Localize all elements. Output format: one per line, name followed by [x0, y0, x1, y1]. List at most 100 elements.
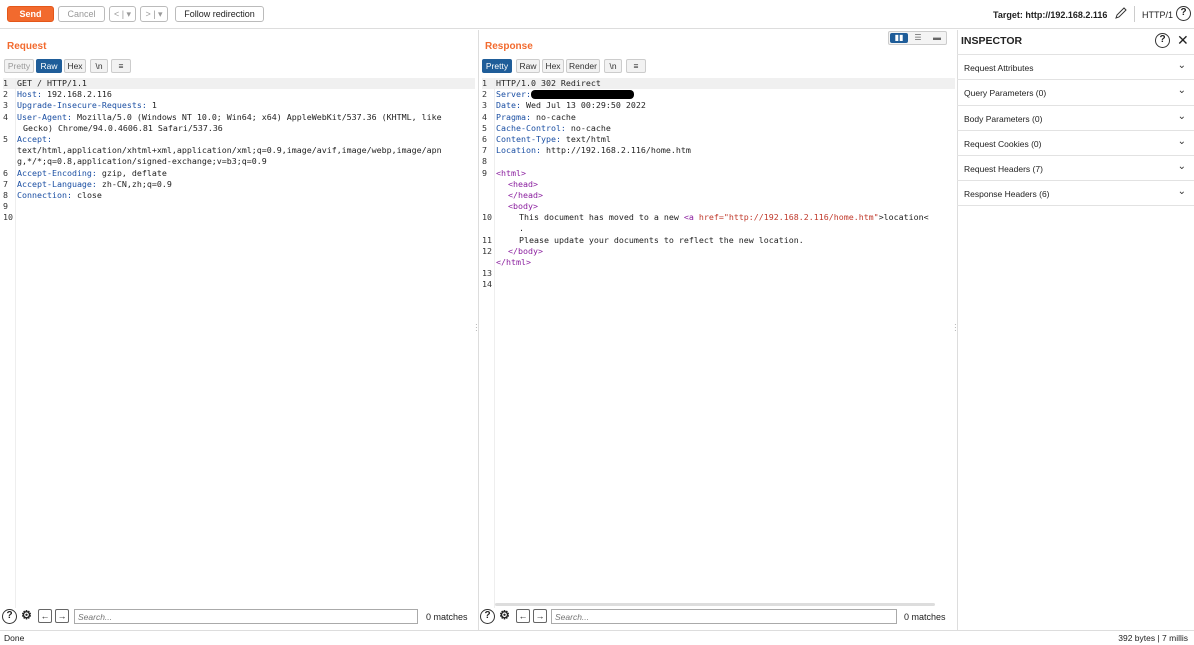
response-editor[interactable]: 1 HTTP/1.0 302 Redirect 2 Server: 3 Date: W…: [482, 78, 955, 291]
follow-redirection-button[interactable]: Follow redirection: [175, 6, 264, 22]
response-line: 5 Cache-Control: no-cache: [482, 122, 611, 133]
request-line: 4 User-Agent: Mozilla/5.0 (Windows NT 10.…: [3, 111, 442, 122]
inspector-row-request-cookies[interactable]: Request Cookies (0) ⌄: [957, 129, 1194, 155]
response-gutter: [494, 78, 495, 608]
request-line: g,*/*;q=0.8,application/signed-exchange;…: [17, 156, 267, 167]
request-line: 7 Accept-Language: zh-CN,zh;q=0.9: [3, 178, 172, 189]
response-tab-pretty[interactable]: Pretty: [482, 59, 512, 73]
response-tab-render[interactable]: Render: [566, 59, 600, 73]
response-size-timing: 392 bytes | 7 millis: [1118, 633, 1188, 643]
chevron-down-icon: ⌄: [1177, 60, 1186, 71]
request-line: 5 Accept:: [3, 133, 52, 144]
history-forward-button[interactable]: > | ▾: [140, 6, 168, 22]
response-line: 13: [482, 268, 492, 279]
response-line: 9 <html>: [482, 167, 526, 178]
response-search-input[interactable]: [551, 609, 897, 624]
layout-stacked-icon[interactable]: ☰: [909, 33, 927, 43]
response-line: 10 This document has moved to a new <a hr…: [482, 212, 929, 223]
request-search-bar: ? ⚙ ← → 0 matches: [2, 609, 477, 626]
request-tab-newline[interactable]: \n: [90, 59, 108, 73]
toolbar-divider: [1134, 6, 1135, 22]
help-icon[interactable]: ?: [480, 609, 495, 624]
target-label: Target: http://192.168.2.116: [993, 10, 1108, 20]
response-line: 6 Content-Type: text/html: [482, 133, 611, 144]
arrow-right-icon[interactable]: →: [55, 609, 69, 623]
request-search-input[interactable]: [74, 609, 418, 624]
request-tab-raw[interactable]: Raw: [36, 59, 62, 73]
response-line: 14: [482, 279, 492, 290]
cancel-button[interactable]: Cancel: [58, 6, 105, 22]
response-tab-newline[interactable]: \n: [604, 59, 622, 73]
response-line: 2 Server:: [482, 89, 955, 100]
layout-split-icon[interactable]: ▮▮: [890, 33, 908, 43]
request-line: Gecko) Chrome/94.0.4606.81 Safari/537.36: [23, 122, 223, 133]
response-line: 7 Location: http://192.168.2.116/home.htm: [482, 145, 691, 156]
request-panel: Request Pretty Raw Hex \n ≡ 1 GET / HTTP/…: [0, 30, 478, 630]
send-button[interactable]: Send: [7, 6, 54, 22]
top-toolbar: Send Cancel < | ▾ > | ▾ Follow redirecti…: [0, 0, 1194, 29]
chevron-down-icon: ⌄: [1177, 186, 1186, 198]
arrow-left-icon[interactable]: ←: [38, 609, 52, 623]
response-tab-hex[interactable]: Hex: [542, 59, 564, 73]
status-bar: Done 392 bytes | 7 millis: [0, 630, 1194, 645]
response-line: .: [519, 223, 524, 234]
request-title: Request: [7, 41, 47, 52]
inspector-title: INSPECTOR: [961, 35, 1023, 47]
http-version-label[interactable]: HTTP/1: [1142, 10, 1173, 20]
inspector-row-request-attributes[interactable]: Request Attributes ⌄: [957, 54, 1194, 79]
request-line: 8 Connection: close: [3, 189, 102, 200]
response-line: 4 Pragma: no-cache: [482, 111, 576, 122]
gear-icon[interactable]: ⚙: [497, 609, 512, 624]
layout-tabs-icon[interactable]: ▬: [928, 33, 946, 43]
request-line: 1 GET / HTTP/1.1: [3, 78, 475, 90]
chevron-down-icon: ⌄: [1177, 161, 1186, 173]
response-line: <head>: [508, 178, 538, 189]
redacted-value: [530, 90, 634, 100]
history-back-button[interactable]: < | ▾: [109, 6, 136, 22]
status-text: Done: [4, 633, 25, 643]
inspector-row-body-parameters[interactable]: Body Parameters (0) ⌄: [957, 104, 1194, 130]
arrow-left-icon[interactable]: ←: [516, 609, 530, 623]
close-icon[interactable]: ✕: [1177, 32, 1189, 48]
help-icon[interactable]: ?: [1155, 33, 1170, 48]
request-line: 3 Upgrade-Insecure-Requests: 1: [3, 100, 157, 111]
request-gutter: [15, 78, 16, 608]
request-line: 9: [3, 201, 8, 212]
response-line: 8: [482, 156, 487, 167]
inspector-sections: Request Attributes ⌄ Query Parameters (0)…: [957, 54, 1194, 206]
inspector-row-request-headers[interactable]: Request Headers (7) ⌄: [957, 155, 1194, 180]
response-line: 3 Date: Wed Jul 13 00:29:50 2022: [482, 100, 646, 111]
layout-view-toggle: ▮▮ ☰ ▬: [888, 31, 947, 45]
request-tab-menu[interactable]: ≡: [111, 59, 131, 73]
request-line: 2 Host: 192.168.2.116: [3, 89, 112, 100]
request-line: 10: [3, 212, 13, 223]
response-line: 12 </body>: [482, 245, 543, 256]
inspector-panel: INSPECTOR ? ✕ Request Attributes ⌄ Query …: [957, 30, 1194, 630]
response-tab-menu[interactable]: ≡: [626, 59, 646, 73]
response-horizontal-scrollbar[interactable]: [495, 603, 935, 606]
gear-icon[interactable]: ⚙: [19, 609, 34, 624]
response-title: Response: [485, 41, 533, 52]
chevron-down-icon: ⌄: [1177, 85, 1186, 97]
request-tab-hex[interactable]: Hex: [64, 59, 86, 73]
response-line: </head>: [508, 189, 543, 200]
help-icon[interactable]: ?: [2, 609, 17, 624]
response-search-bar: ? ⚙ ← → 0 matches: [480, 609, 956, 626]
response-tab-raw[interactable]: Raw: [516, 59, 540, 73]
request-matches-count: 0 matches: [426, 612, 468, 622]
response-line: <body>: [508, 201, 538, 212]
request-line: 6 Accept-Encoding: gzip, deflate: [3, 167, 167, 178]
chevron-down-icon: ⌄: [1177, 110, 1186, 122]
chevron-down-icon: ⌄: [1177, 135, 1186, 147]
response-line: 1 HTTP/1.0 302 Redirect: [482, 78, 955, 90]
inspector-row-response-headers[interactable]: Response Headers (6) ⌄: [957, 180, 1194, 206]
request-editor[interactable]: 1 GET / HTTP/1.1 2 Host: 192.168.2.116 3 Up…: [3, 78, 475, 223]
arrow-right-icon[interactable]: →: [533, 609, 547, 623]
inspector-row-query-parameters[interactable]: Query Parameters (0) ⌄: [957, 79, 1194, 104]
request-line: text/html,application/xhtml+xml,applicat…: [17, 145, 442, 156]
request-tab-pretty[interactable]: Pretty: [4, 59, 34, 73]
help-icon[interactable]: ?: [1176, 6, 1191, 21]
pencil-icon[interactable]: [1114, 6, 1128, 20]
response-matches-count: 0 matches: [904, 612, 946, 622]
response-line: 11 Please update your documents to reflec…: [482, 234, 804, 245]
